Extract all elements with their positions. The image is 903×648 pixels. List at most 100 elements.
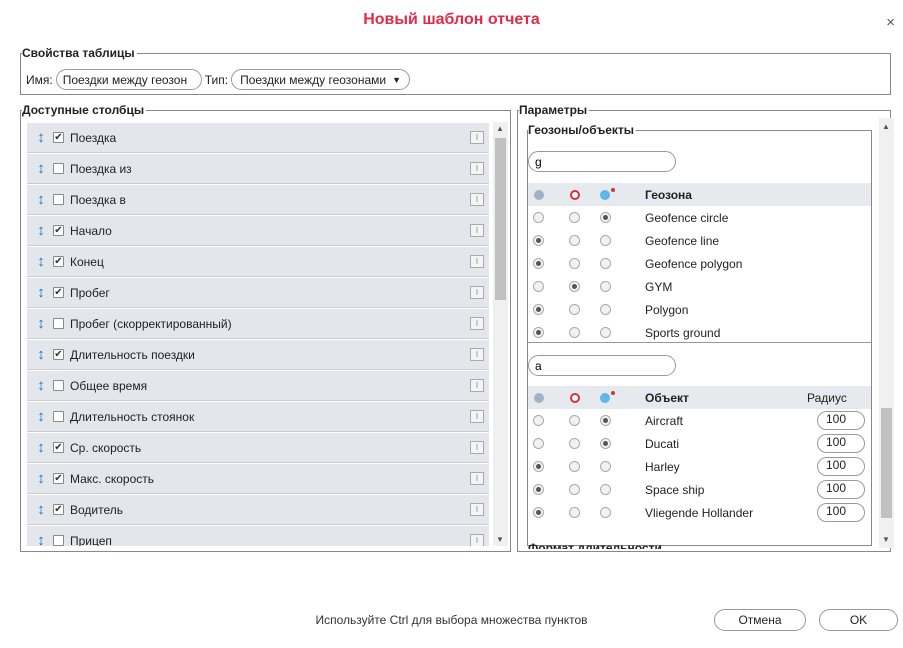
scroll-down-icon[interactable]: ▼ [879,535,893,544]
column-checkbox[interactable]: ✔ [53,473,64,484]
geozone-radio-1[interactable] [569,281,580,292]
edit-column-icon[interactable]: I [470,193,484,206]
object-row[interactable]: Ducati 100 [528,432,871,455]
edit-column-icon[interactable]: I [470,472,484,485]
edit-column-icon[interactable]: I [470,255,484,268]
all-red-icon[interactable] [570,392,580,403]
column-row[interactable]: ↕ ✔ Длительность поездки I [27,339,489,370]
drag-handle-icon[interactable]: ↕ [34,470,48,487]
column-row[interactable]: ↕ ✔ Пробег I [27,277,489,308]
scroll-up-icon[interactable]: ▲ [493,124,507,133]
geozone-row[interactable]: Geofence polygon [528,252,871,275]
object-radio-1[interactable] [569,415,580,426]
geozone-radio-2[interactable] [600,235,611,246]
column-row[interactable]: ↕ ✔ Конец I [27,246,489,277]
drag-handle-icon[interactable]: ↕ [34,129,48,146]
object-row[interactable]: Space ship 100 [528,478,871,501]
column-checkbox[interactable] [53,318,64,329]
column-row[interactable]: ↕ ✔ Начало I [27,215,489,246]
drag-handle-icon[interactable]: ↕ [34,439,48,456]
object-radio-2[interactable] [600,507,611,518]
column-checkbox[interactable]: ✔ [53,349,64,360]
edit-column-icon[interactable]: I [470,503,484,516]
column-row[interactable]: ↕ Прицеп I [27,525,489,546]
column-row[interactable]: ↕ Пробег (скорректированный) I [27,308,489,339]
geozone-radio-2[interactable] [600,212,611,223]
all-red-icon[interactable] [570,189,580,200]
radius-input[interactable]: 100 [817,503,865,522]
geozone-radio-0[interactable] [533,212,544,223]
geozone-radio-1[interactable] [569,258,580,269]
radius-input[interactable]: 100 [817,457,865,476]
cancel-button[interactable]: Отмена [714,609,806,631]
geozone-row[interactable]: GYM [528,275,871,298]
geozone-radio-1[interactable] [569,327,580,338]
edit-column-icon[interactable]: I [470,131,484,144]
drag-handle-icon[interactable]: ↕ [34,315,48,332]
column-checkbox[interactable] [53,535,64,546]
object-radio-2[interactable] [600,438,611,449]
geozone-row[interactable]: Sports ground [528,321,871,344]
column-checkbox[interactable]: ✔ [53,287,64,298]
params-scroll-thumb[interactable] [881,408,892,518]
drag-handle-icon[interactable]: ↕ [34,532,48,546]
close-icon[interactable]: × [886,14,895,31]
type-select[interactable]: Поездки между геозонами ▼ [231,69,410,90]
geozone-radio-0[interactable] [533,304,544,315]
all-blue-icon[interactable] [600,189,610,200]
object-row[interactable]: Vliegende Hollander 100 [528,501,871,524]
scroll-up-icon[interactable]: ▲ [879,122,893,131]
columns-list[interactable]: ↕ ✔ Поездка I ↕ Поездка из I ↕ Поездка в I ↕ ✔ Начал… [27,122,489,546]
column-row[interactable]: ↕ ✔ Макс. скорость I [27,463,489,494]
geozone-radio-2[interactable] [600,281,611,292]
column-checkbox[interactable]: ✔ [53,256,64,267]
edit-column-icon[interactable]: I [470,534,484,546]
scroll-down-icon[interactable]: ▼ [493,535,507,544]
geozone-row[interactable]: Geofence line [528,229,871,252]
geozone-row[interactable]: Geofence circle [528,206,871,229]
object-filter-input[interactable] [528,355,676,376]
object-radio-0[interactable] [533,484,544,495]
edit-column-icon[interactable]: I [470,286,484,299]
column-checkbox[interactable]: ✔ [53,225,64,236]
drag-handle-icon[interactable]: ↕ [34,501,48,518]
column-checkbox[interactable] [53,194,64,205]
drag-handle-icon[interactable]: ↕ [34,160,48,177]
geozone-radio-1[interactable] [569,235,580,246]
drag-handle-icon[interactable]: ↕ [34,284,48,301]
drag-handle-icon[interactable]: ↕ [34,377,48,394]
object-radio-0[interactable] [533,461,544,472]
geozone-filter-input[interactable] [528,151,676,172]
geozone-radio-0[interactable] [533,327,544,338]
geozone-radio-2[interactable] [600,258,611,269]
radius-input[interactable]: 100 [817,480,865,499]
name-field[interactable] [55,69,202,90]
object-radio-2[interactable] [600,415,611,426]
radius-input[interactable]: 100 [817,411,865,430]
drag-handle-icon[interactable]: ↕ [34,408,48,425]
geozone-radio-2[interactable] [600,327,611,338]
edit-column-icon[interactable]: I [470,441,484,454]
columns-scroll-thumb[interactable] [495,138,506,300]
columns-scrollbar[interactable]: ▲ ▼ [493,122,508,546]
geozone-radio-0[interactable] [533,281,544,292]
edit-column-icon[interactable]: I [470,162,484,175]
object-radio-0[interactable] [533,415,544,426]
column-row[interactable]: ↕ ✔ Ср. скорость I [27,432,489,463]
geozone-row[interactable]: Polygon [528,298,871,321]
object-radio-1[interactable] [569,438,580,449]
ok-button[interactable]: OK [819,609,898,631]
column-checkbox[interactable] [53,163,64,174]
params-scrollbar[interactable]: ▲ ▼ [879,118,894,548]
all-grey-icon[interactable] [534,392,544,403]
object-row[interactable]: Harley 100 [528,455,871,478]
geozone-radio-0[interactable] [533,258,544,269]
edit-column-icon[interactable]: I [470,317,484,330]
geozone-radio-2[interactable] [600,304,611,315]
edit-column-icon[interactable]: I [470,224,484,237]
object-radio-0[interactable] [533,507,544,518]
column-checkbox[interactable]: ✔ [53,132,64,143]
all-grey-icon[interactable] [534,189,544,200]
radius-input[interactable]: 100 [817,434,865,453]
all-blue-icon[interactable] [600,392,610,403]
